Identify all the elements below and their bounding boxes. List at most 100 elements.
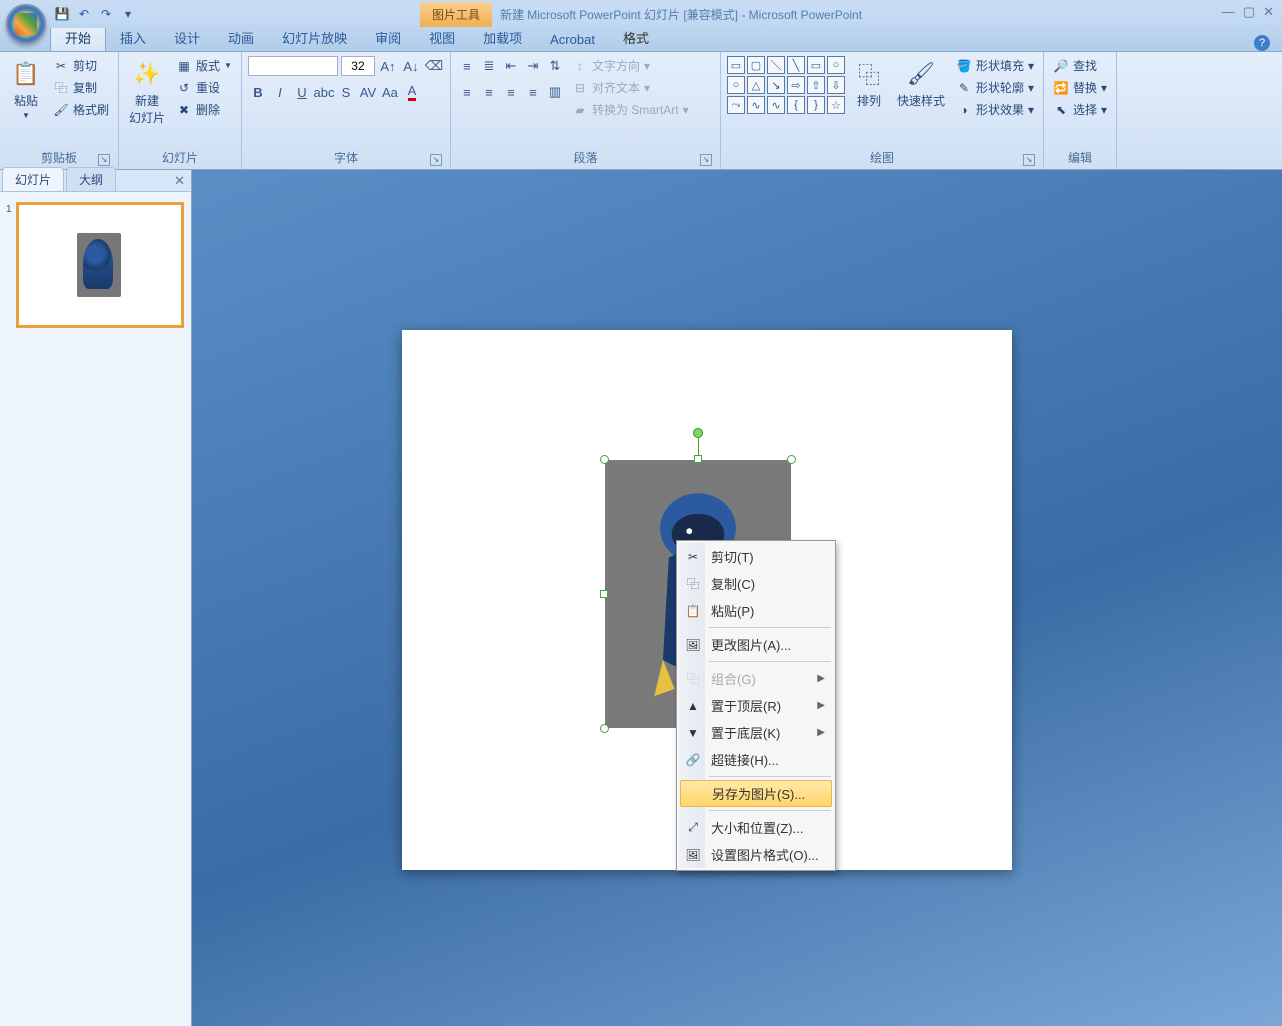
arrange-button[interactable]: ⿻排列 xyxy=(849,56,889,111)
shape-arrow-icon[interactable]: ⇧ xyxy=(807,76,825,94)
sidepanel-close-icon[interactable]: ✕ xyxy=(174,173,185,189)
resize-handle-ne[interactable] xyxy=(787,455,796,464)
tab-format[interactable]: 格式 xyxy=(609,24,663,51)
ctx-save-as-picture[interactable]: 另存为图片(S)... xyxy=(680,780,832,807)
text-direction-button[interactable]: ↕文字方向 ▾ xyxy=(569,56,692,75)
decrease-indent-icon[interactable]: ⇤ xyxy=(501,56,521,76)
ctx-group[interactable]: ⿻组合(G)▶ xyxy=(679,665,833,692)
dialog-launcher-icon[interactable]: ↘ xyxy=(430,154,442,166)
line-spacing-icon[interactable]: ⇅ xyxy=(545,56,565,76)
quick-styles-button[interactable]: 🖌快速样式 xyxy=(893,56,949,111)
ctx-hyperlink[interactable]: 🔗超链接(H)... xyxy=(679,746,833,773)
font-family-input[interactable] xyxy=(248,56,338,76)
resize-handle-sw[interactable] xyxy=(600,724,609,733)
shape-curve-icon[interactable]: ⤳ xyxy=(727,96,745,114)
shape-rect-icon[interactable]: ▭ xyxy=(807,56,825,74)
convert-smartart-button[interactable]: ▰转换为 SmartArt ▾ xyxy=(569,100,692,119)
shapes-gallery[interactable]: ▭▢＼╲▭○ ○△↘⇨⇧⇩ ⤳∿∿{}☆ xyxy=(727,56,845,114)
columns-icon[interactable]: ▥ xyxy=(545,82,565,102)
shape-rect-icon[interactable]: ▢ xyxy=(747,56,765,74)
close-icon[interactable]: ✕ xyxy=(1263,4,1274,20)
tab-design[interactable]: 设计 xyxy=(160,24,214,51)
ctx-size-position[interactable]: ⤢大小和位置(Z)... xyxy=(679,814,833,841)
shape-effects-button[interactable]: ◑形状效果 ▾ xyxy=(953,100,1037,119)
change-case-icon[interactable]: Aa xyxy=(380,82,400,102)
resize-handle-n[interactable] xyxy=(694,455,702,463)
tab-addins[interactable]: 加载项 xyxy=(469,24,536,51)
dialog-launcher-icon[interactable]: ↘ xyxy=(1023,154,1035,166)
align-left-icon[interactable]: ≡ xyxy=(457,82,477,102)
shape-star-icon[interactable]: ☆ xyxy=(827,96,845,114)
tab-insert[interactable]: 插入 xyxy=(106,24,160,51)
ctx-change-picture[interactable]: 🖼更改图片(A)... xyxy=(679,631,833,658)
increase-indent-icon[interactable]: ⇥ xyxy=(523,56,543,76)
thumbnail-list[interactable]: 1 xyxy=(0,192,191,1026)
shape-curve-icon[interactable]: ∿ xyxy=(747,96,765,114)
bullets-icon[interactable]: ≡ xyxy=(457,56,477,76)
tab-view[interactable]: 视图 xyxy=(415,24,469,51)
office-button[interactable] xyxy=(6,4,46,44)
numbering-icon[interactable]: ≣ xyxy=(479,56,499,76)
find-button[interactable]: 🔎查找 xyxy=(1050,56,1110,75)
ctx-bring-front[interactable]: ▲置于顶层(R)▶ xyxy=(679,692,833,719)
shape-brace-icon[interactable]: } xyxy=(807,96,825,114)
align-right-icon[interactable]: ≡ xyxy=(501,82,521,102)
italic-icon[interactable]: I xyxy=(270,82,290,102)
ctx-send-back[interactable]: ▼置于底层(K)▶ xyxy=(679,719,833,746)
format-painter-button[interactable]: 🖌格式刷 xyxy=(50,100,112,119)
shape-line-icon[interactable]: ＼ xyxy=(767,56,785,74)
tab-animation[interactable]: 动画 xyxy=(214,24,268,51)
spacing-icon[interactable]: AV xyxy=(358,82,378,102)
shape-fill-button[interactable]: 🪣形状填充 ▾ xyxy=(953,56,1037,75)
help-icon[interactable]: ? xyxy=(1254,35,1270,51)
tab-review[interactable]: 审阅 xyxy=(361,24,415,51)
resize-handle-nw[interactable] xyxy=(600,455,609,464)
reset-button[interactable]: ↺重设 xyxy=(173,78,235,97)
sidepanel-tab-outline[interactable]: 大纲 xyxy=(66,167,116,191)
bold-icon[interactable]: B xyxy=(248,82,268,102)
strike-icon[interactable]: abc xyxy=(314,82,334,102)
align-center-icon[interactable]: ≡ xyxy=(479,82,499,102)
delete-slide-button[interactable]: ✖删除 xyxy=(173,100,235,119)
minimize-icon[interactable]: — xyxy=(1222,4,1235,20)
ctx-format-picture[interactable]: 🖼设置图片格式(O)... xyxy=(679,841,833,868)
underline-icon[interactable]: U xyxy=(292,82,312,102)
shape-oval-icon[interactable]: ○ xyxy=(727,76,745,94)
shape-arrow-icon[interactable]: ⇩ xyxy=(827,76,845,94)
copy-button[interactable]: ⿻复制 xyxy=(50,78,112,97)
cut-button[interactable]: ✂剪切 xyxy=(50,56,112,75)
layout-button[interactable]: ▦版式 ▼ xyxy=(173,56,235,75)
shape-arrow-icon[interactable]: ↘ xyxy=(767,76,785,94)
font-color-icon[interactable]: A xyxy=(402,82,422,102)
replace-button[interactable]: 🔁替换 ▾ xyxy=(1050,78,1110,97)
dialog-launcher-icon[interactable]: ↘ xyxy=(700,154,712,166)
shape-line-icon[interactable]: ╲ xyxy=(787,56,805,74)
slide-thumbnail[interactable]: 1 xyxy=(8,202,183,328)
shape-rect-icon[interactable]: ▭ xyxy=(727,56,745,74)
align-text-button[interactable]: ⊟对齐文本 ▾ xyxy=(569,78,692,97)
justify-icon[interactable]: ≡ xyxy=(523,82,543,102)
ctx-paste[interactable]: 📋粘贴(P) xyxy=(679,597,833,624)
shape-brace-icon[interactable]: { xyxy=(787,96,805,114)
redo-icon[interactable]: ↷ xyxy=(96,4,116,24)
shape-oval-icon[interactable]: ○ xyxy=(827,56,845,74)
sidepanel-tab-slides[interactable]: 幻灯片 xyxy=(2,167,64,191)
rotation-handle[interactable] xyxy=(693,428,703,438)
shadow-icon[interactable]: S xyxy=(336,82,356,102)
ctx-copy[interactable]: ⿻复制(C) xyxy=(679,570,833,597)
new-slide-button[interactable]: ✨ 新建 幻灯片 xyxy=(125,56,169,128)
restore-icon[interactable]: ▢ xyxy=(1243,4,1255,20)
select-button[interactable]: ⬉选择 ▾ xyxy=(1050,100,1110,119)
shape-curve-icon[interactable]: ∿ xyxy=(767,96,785,114)
ctx-cut[interactable]: ✂剪切(T) xyxy=(679,543,833,570)
undo-icon[interactable]: ↶ xyxy=(74,4,94,24)
save-icon[interactable]: 💾 xyxy=(52,4,72,24)
shape-outline-button[interactable]: ✎形状轮廓 ▾ xyxy=(953,78,1037,97)
paste-button[interactable]: 📋 粘贴 ▼ xyxy=(6,56,46,122)
shape-tri-icon[interactable]: △ xyxy=(747,76,765,94)
resize-handle-w[interactable] xyxy=(600,590,608,598)
tab-slideshow[interactable]: 幻灯片放映 xyxy=(268,24,361,51)
grow-font-icon[interactable]: A↑ xyxy=(378,56,398,76)
tab-acrobat[interactable]: Acrobat xyxy=(536,28,609,51)
shape-arrow-icon[interactable]: ⇨ xyxy=(787,76,805,94)
